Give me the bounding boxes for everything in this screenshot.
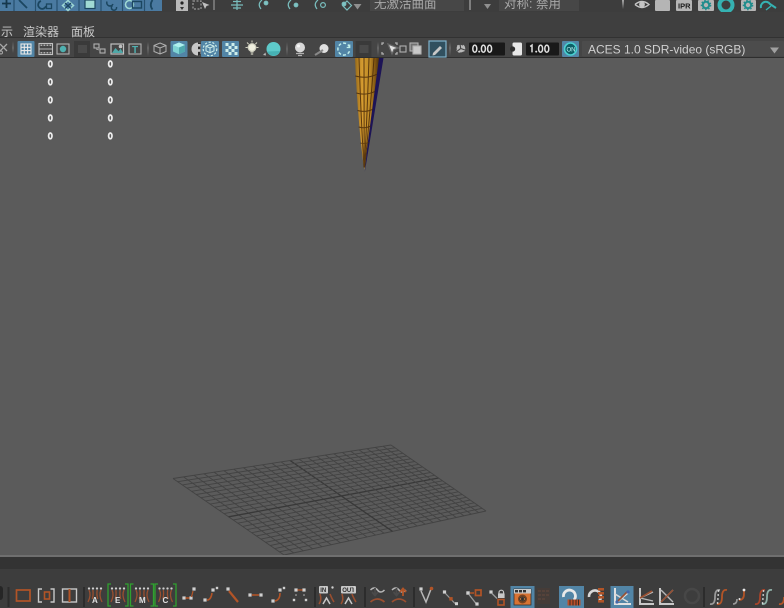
svg-text:IN: IN [320, 588, 326, 594]
svg-text:E: E [115, 596, 121, 605]
svg-text:ACES 1.0 SDR-video (sRGB): ACES 1.0 SDR-video (sRGB) [588, 43, 745, 57]
svg-text:IPR: IPR [678, 2, 691, 11]
svg-text:T: T [132, 45, 138, 56]
svg-text:OUT: OUT [342, 588, 355, 594]
svg-text:ON: ON [567, 48, 576, 54]
svg-text:A: A [92, 596, 98, 605]
svg-text:C: C [163, 596, 169, 605]
svg-text:M: M [139, 596, 146, 605]
